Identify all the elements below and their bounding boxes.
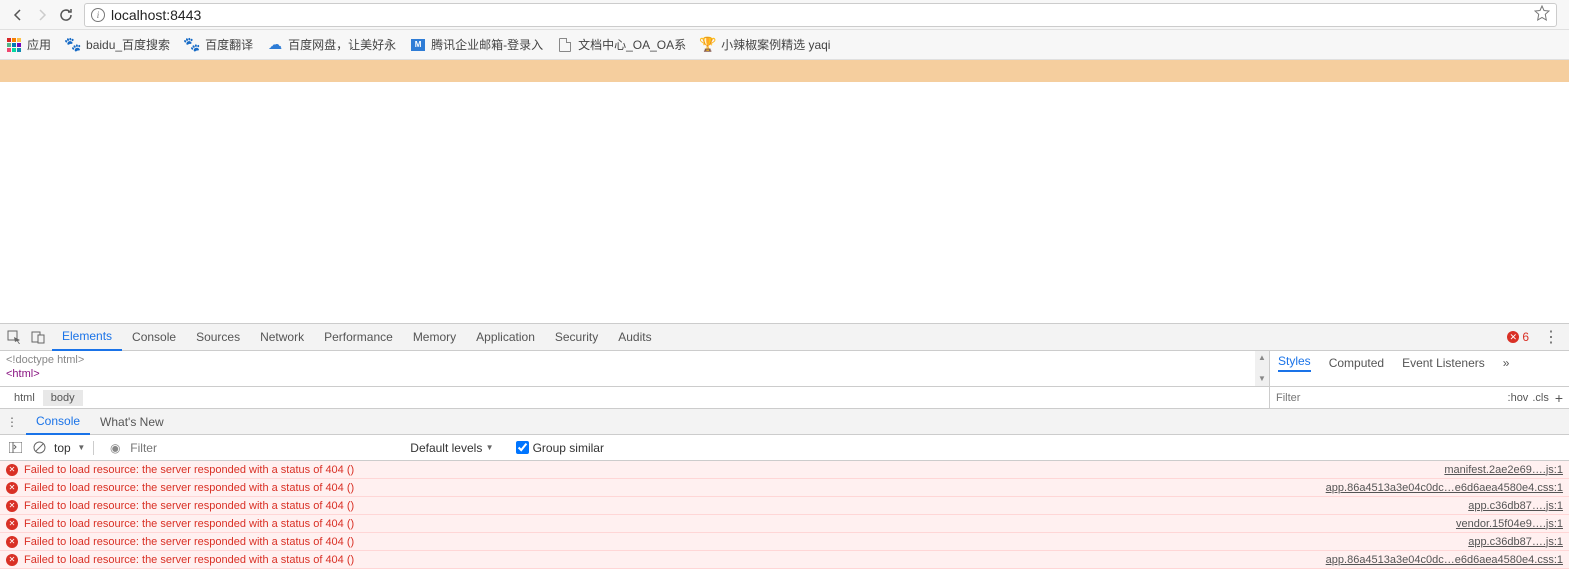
devtools-sub-bar: html body :hov .cls + bbox=[0, 387, 1569, 409]
error-icon: ✕ bbox=[6, 518, 18, 530]
live-expression-icon[interactable]: ◉ bbox=[106, 439, 124, 457]
console-filter-input[interactable] bbox=[130, 441, 410, 455]
source-link[interactable]: vendor.15f04e9….js:1 bbox=[1456, 518, 1563, 530]
devtools-tab-bar: Elements Console Sources Network Perform… bbox=[0, 323, 1569, 351]
reload-button[interactable] bbox=[54, 3, 78, 27]
console-error-row[interactable]: ✕Failed to load resource: the server res… bbox=[0, 515, 1569, 533]
tab-audits[interactable]: Audits bbox=[608, 323, 661, 351]
context-select[interactable]: top ▼ bbox=[54, 441, 94, 455]
tab-network[interactable]: Network bbox=[250, 323, 314, 351]
console-error-row[interactable]: ✕Failed to load resource: the server res… bbox=[0, 533, 1569, 551]
drawer-tab-bar: ⋮ Console What's New bbox=[0, 409, 1569, 435]
cloud-icon: ☁ bbox=[267, 37, 283, 53]
browser-nav-bar: i localhost:8443 bbox=[0, 0, 1569, 30]
error-icon: ✕ bbox=[6, 482, 18, 494]
drawer-tab-console[interactable]: Console bbox=[26, 409, 90, 435]
cls-toggle[interactable]: .cls bbox=[1532, 392, 1549, 404]
error-icon: ✕ bbox=[6, 536, 18, 548]
bookmark-baidu-search[interactable]: 🐾baidu_百度搜索 bbox=[65, 36, 170, 53]
chevron-down-icon: ▼ bbox=[486, 443, 494, 452]
page-content bbox=[0, 82, 1569, 323]
devtools-menu-icon[interactable]: ⋮ bbox=[1537, 327, 1565, 347]
console-toolbar: top ▼ ◉ Default levels ▼ Group similar bbox=[0, 435, 1569, 461]
bookmark-tencent-mail[interactable]: M腾讯企业邮箱-登录入 bbox=[410, 36, 543, 53]
apps-button[interactable]: 应用 bbox=[6, 36, 51, 53]
page-orange-strip bbox=[0, 60, 1569, 82]
info-icon[interactable]: i bbox=[91, 8, 105, 22]
console-error-row[interactable]: ✕Failed to load resource: the server res… bbox=[0, 497, 1569, 515]
error-icon: ✕ bbox=[6, 464, 18, 476]
new-style-rule-icon[interactable]: + bbox=[1555, 390, 1563, 406]
source-link[interactable]: manifest.2ae2e69….js:1 bbox=[1444, 464, 1563, 476]
bookmark-baidu-pan[interactable]: ☁百度网盘，让美好永 bbox=[267, 36, 396, 53]
bookmark-star-icon[interactable] bbox=[1534, 5, 1550, 24]
elements-doctype: <!doctype html> bbox=[6, 353, 1263, 367]
paw-icon: 🐾 bbox=[65, 37, 81, 53]
console-sidebar-icon[interactable] bbox=[6, 439, 24, 457]
group-similar-label: Group similar bbox=[533, 441, 604, 455]
console-error-row[interactable]: ✕Failed to load resource: the server res… bbox=[0, 551, 1569, 569]
drawer-menu-icon[interactable]: ⋮ bbox=[6, 415, 18, 429]
error-icon: ✕ bbox=[1507, 331, 1519, 343]
devtools-main: <!doctype html> <html> ▲▼ Styles Compute… bbox=[0, 351, 1569, 387]
elements-breadcrumb: html body bbox=[0, 387, 1269, 408]
tab-elements[interactable]: Elements bbox=[52, 323, 122, 351]
apps-icon bbox=[6, 37, 22, 53]
tab-sources[interactable]: Sources bbox=[186, 323, 250, 351]
mail-icon: M bbox=[410, 37, 426, 53]
styles-tab-styles[interactable]: Styles bbox=[1278, 354, 1311, 372]
source-link[interactable]: app.86a4513a3e04c0dc…e6d6aea4580e4.css:1 bbox=[1326, 554, 1563, 566]
console-messages: ✕Failed to load resource: the server res… bbox=[0, 461, 1569, 569]
elements-html-tag[interactable]: <html> bbox=[6, 367, 1263, 381]
styles-panel: Styles Computed Event Listeners » bbox=[1269, 351, 1569, 386]
elements-panel[interactable]: <!doctype html> <html> ▲▼ bbox=[0, 351, 1269, 386]
apps-label: 应用 bbox=[27, 36, 51, 53]
page-icon bbox=[557, 37, 573, 53]
bookmark-doc-center[interactable]: 文档中心_OA_OA系 bbox=[557, 36, 686, 53]
bookmarks-bar: 应用 🐾baidu_百度搜索 🐾百度翻译 ☁百度网盘，让美好永 M腾讯企业邮箱-… bbox=[0, 30, 1569, 60]
console-error-row[interactable]: ✕Failed to load resource: the server res… bbox=[0, 479, 1569, 497]
forward-button[interactable] bbox=[30, 3, 54, 27]
breadcrumb-html[interactable]: html bbox=[6, 390, 43, 406]
log-levels-select[interactable]: Default levels ▼ bbox=[410, 441, 493, 455]
drawer-tab-whatsnew[interactable]: What's New bbox=[90, 409, 174, 435]
styles-filter-input[interactable] bbox=[1276, 392, 1504, 404]
console-error-row[interactable]: ✕Failed to load resource: the server res… bbox=[0, 461, 1569, 479]
source-link[interactable]: app.c36db87….js:1 bbox=[1468, 536, 1563, 548]
device-mode-icon[interactable] bbox=[28, 327, 48, 347]
inspect-icon[interactable] bbox=[4, 327, 24, 347]
group-similar-checkbox[interactable] bbox=[516, 441, 529, 454]
styles-more-icon[interactable]: » bbox=[1503, 356, 1510, 370]
error-badge[interactable]: ✕6 bbox=[1507, 330, 1529, 344]
clear-console-icon[interactable] bbox=[30, 439, 48, 457]
error-icon: ✕ bbox=[6, 554, 18, 566]
bookmark-baidu-translate[interactable]: 🐾百度翻译 bbox=[184, 36, 253, 53]
styles-tab-computed[interactable]: Computed bbox=[1329, 356, 1384, 370]
address-bar[interactable]: i localhost:8443 bbox=[84, 3, 1557, 27]
chevron-down-icon: ▼ bbox=[77, 443, 85, 452]
trophy-icon: 🏆 bbox=[700, 37, 716, 53]
tab-performance[interactable]: Performance bbox=[314, 323, 403, 351]
source-link[interactable]: app.c36db87….js:1 bbox=[1468, 500, 1563, 512]
back-button[interactable] bbox=[6, 3, 30, 27]
hov-toggle[interactable]: :hov bbox=[1508, 392, 1529, 404]
styles-tab-event-listeners[interactable]: Event Listeners bbox=[1402, 356, 1485, 370]
breadcrumb-body[interactable]: body bbox=[43, 390, 83, 406]
tab-memory[interactable]: Memory bbox=[403, 323, 466, 351]
error-icon: ✕ bbox=[6, 500, 18, 512]
tab-console[interactable]: Console bbox=[122, 323, 186, 351]
tab-application[interactable]: Application bbox=[466, 323, 545, 351]
paw-icon: 🐾 bbox=[184, 37, 200, 53]
url-text: localhost:8443 bbox=[111, 7, 201, 23]
tab-security[interactable]: Security bbox=[545, 323, 608, 351]
elements-scrollbar[interactable]: ▲▼ bbox=[1255, 351, 1269, 386]
styles-filter-bar: :hov .cls + bbox=[1269, 387, 1569, 408]
source-link[interactable]: app.86a4513a3e04c0dc…e6d6aea4580e4.css:1 bbox=[1326, 482, 1563, 494]
bookmark-pepper-cases[interactable]: 🏆小辣椒案例精选 yaqi bbox=[700, 36, 830, 53]
